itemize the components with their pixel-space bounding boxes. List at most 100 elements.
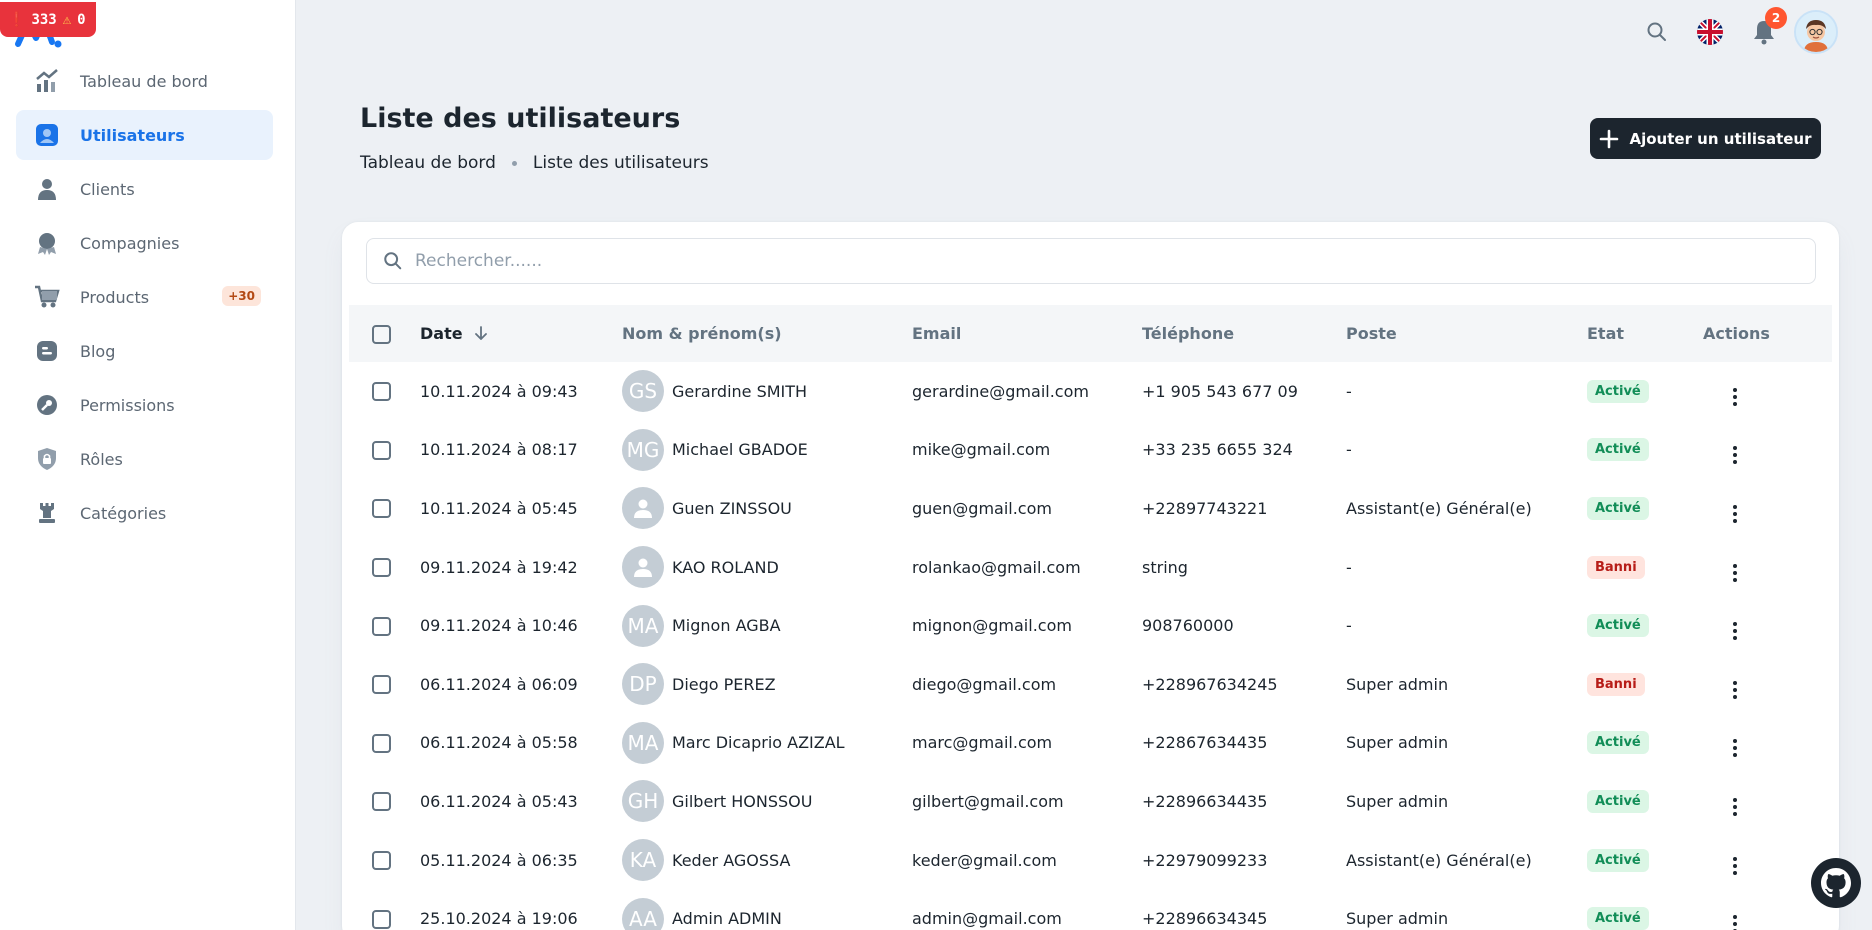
more-actions-icon[interactable] <box>1723 739 1747 758</box>
person-placeholder-icon <box>631 496 655 520</box>
status-badge: Activé <box>1587 907 1649 930</box>
cell-name: Gilbert HONSSOU <box>672 791 813 811</box>
row-checkbox[interactable] <box>372 733 391 753</box>
table-row[interactable]: 06.11.2024 à 05:43 GH Gilbert HONSSOU gilbe… <box>349 772 1832 831</box>
column-header-etat[interactable]: Etat <box>1587 305 1703 362</box>
sidebar-item-clients[interactable]: Clients <box>16 164 273 214</box>
more-actions-icon[interactable] <box>1723 915 1747 930</box>
cell-date: 10.11.2024 à 08:17 <box>420 440 578 460</box>
cell-poste: Assistant(e) Général(e) <box>1346 850 1532 870</box>
cell-name: Mignon AGBA <box>672 616 781 636</box>
more-actions-icon[interactable] <box>1723 563 1747 582</box>
more-actions-icon[interactable] <box>1723 797 1747 816</box>
search-button[interactable] <box>1641 16 1673 48</box>
column-header-phone[interactable]: Téléphone <box>1142 305 1346 362</box>
sidebar-item-label: Catégories <box>80 503 167 523</box>
more-actions-icon[interactable] <box>1723 856 1747 875</box>
error-icon: ❗ <box>8 11 26 28</box>
column-header-date[interactable]: Date <box>420 305 622 362</box>
avatar <box>622 546 664 589</box>
more-actions-icon[interactable] <box>1723 446 1747 465</box>
cell-phone: +33 235 6655 324 <box>1142 440 1293 460</box>
products-count-badge: +30 <box>222 286 261 306</box>
cell-phone: +228967634245 <box>1142 674 1278 694</box>
blog-icon <box>34 338 60 364</box>
cell-poste: Assistant(e) Général(e) <box>1346 498 1532 518</box>
search-input[interactable] <box>415 251 1795 271</box>
cell-phone: +22896634435 <box>1142 791 1268 811</box>
breadcrumb-separator <box>511 160 517 166</box>
row-checkbox[interactable] <box>372 499 391 519</box>
status-badge: Activé <box>1587 379 1649 403</box>
table-row[interactable]: 25.10.2024 à 19:06 AA Admin ADMIN admin@gma… <box>349 889 1832 930</box>
github-icon <box>1821 868 1851 898</box>
sidebar-item-label: Blog <box>80 341 116 361</box>
cell-poste: Super admin <box>1346 674 1449 694</box>
github-button[interactable] <box>1811 858 1861 908</box>
avatar: MG <box>622 428 664 471</box>
more-actions-icon[interactable] <box>1723 622 1747 641</box>
table-row[interactable]: 09.11.2024 à 10:46 MA Mignon AGBA mignon@gm… <box>349 596 1832 655</box>
breadcrumb-item-current: Liste des utilisateurs <box>532 153 709 173</box>
language-button[interactable] <box>1693 16 1727 48</box>
more-actions-icon[interactable] <box>1723 504 1747 523</box>
row-checkbox[interactable] <box>372 382 391 402</box>
status-badge: Activé <box>1587 614 1649 638</box>
column-header-actions: Actions <box>1703 324 1770 343</box>
cell-poste: Super admin <box>1346 909 1449 929</box>
avatar-initials: GS <box>628 379 658 404</box>
table-row[interactable]: 10.11.2024 à 05:45 Guen ZINSSOU guen@gmail… <box>349 479 1832 538</box>
sidebar-item-label: Clients <box>80 179 135 199</box>
row-checkbox[interactable] <box>372 675 391 695</box>
table-row[interactable]: 10.11.2024 à 09:43 GS Gerardine SMITH gerar… <box>349 362 1832 421</box>
table-row[interactable]: 06.11.2024 à 05:58 MA Marc Dicaprio AZIZAL… <box>349 714 1832 773</box>
table-row[interactable]: 06.11.2024 à 06:09 DP Diego PEREZ diego@gma… <box>349 655 1832 714</box>
sidebar-item-blog[interactable]: Blog <box>16 326 273 376</box>
sidebar-item-permissions[interactable]: Permissions <box>16 380 273 430</box>
sidebar-item-products[interactable]: Products +30 <box>16 272 273 322</box>
dev-error-badge[interactable]: ❗ 333 ⚠ 0 <box>0 2 96 37</box>
select-all-checkbox[interactable] <box>372 324 391 344</box>
column-header-poste[interactable]: Poste <box>1346 305 1587 362</box>
cell-name: KAO ROLAND <box>672 557 779 577</box>
chart-icon <box>34 68 60 94</box>
more-actions-icon[interactable] <box>1723 680 1747 699</box>
add-user-button[interactable]: Ajouter un utilisateur <box>1590 118 1821 159</box>
cell-email: marc@gmail.com <box>912 733 1053 753</box>
table-row[interactable]: 09.11.2024 à 19:42 KAO ROLAND rolankao@gma… <box>349 538 1832 597</box>
column-label: Date <box>420 324 463 343</box>
sidebar-item-dashboard[interactable]: Tableau de bord <box>16 56 273 106</box>
person-placeholder-icon <box>631 555 655 579</box>
avatar-initials: DP <box>629 672 657 697</box>
cell-date: 09.11.2024 à 19:42 <box>420 557 578 577</box>
column-header-email[interactable]: Email <box>912 305 1142 362</box>
notifications-count-badge: 2 <box>1765 7 1787 29</box>
row-checkbox[interactable] <box>372 616 391 636</box>
sidebar-item-users[interactable]: Utilisateurs <box>16 110 273 160</box>
avatar-initials: AA <box>629 906 657 930</box>
cell-poste: - <box>1346 616 1352 636</box>
column-header-name[interactable]: Nom & prénom(s) <box>622 305 912 362</box>
avatar: GS <box>622 370 664 413</box>
row-checkbox[interactable] <box>372 440 391 460</box>
row-checkbox[interactable] <box>372 558 391 578</box>
cell-phone: 908760000 <box>1142 616 1234 636</box>
sidebar-item-label: Compagnies <box>80 233 180 253</box>
breadcrumb-item-dashboard[interactable]: Tableau de bord <box>360 153 496 173</box>
more-actions-icon[interactable] <box>1723 387 1747 406</box>
cell-name: Admin ADMIN <box>672 909 782 929</box>
cell-name: Guen ZINSSOU <box>672 498 792 518</box>
table-row[interactable]: 10.11.2024 à 08:17 MG Michael GBADOE mike@g… <box>349 421 1832 480</box>
sidebar-item-companies[interactable]: Compagnies <box>16 218 273 268</box>
cell-phone: +22867634435 <box>1142 733 1268 753</box>
user-avatar[interactable] <box>1794 10 1838 54</box>
warning-icon: ⚠ <box>62 11 72 28</box>
search-icon <box>384 252 402 270</box>
table-row[interactable]: 05.11.2024 à 06:35 KA Keder AGOSSA keder@gm… <box>349 831 1832 890</box>
row-checkbox[interactable] <box>372 792 391 812</box>
award-icon <box>34 230 60 256</box>
row-checkbox[interactable] <box>372 851 391 871</box>
sidebar-item-categories[interactable]: Catégories <box>16 488 273 538</box>
sidebar-item-roles[interactable]: Rôles <box>16 434 273 484</box>
row-checkbox[interactable] <box>372 909 391 929</box>
